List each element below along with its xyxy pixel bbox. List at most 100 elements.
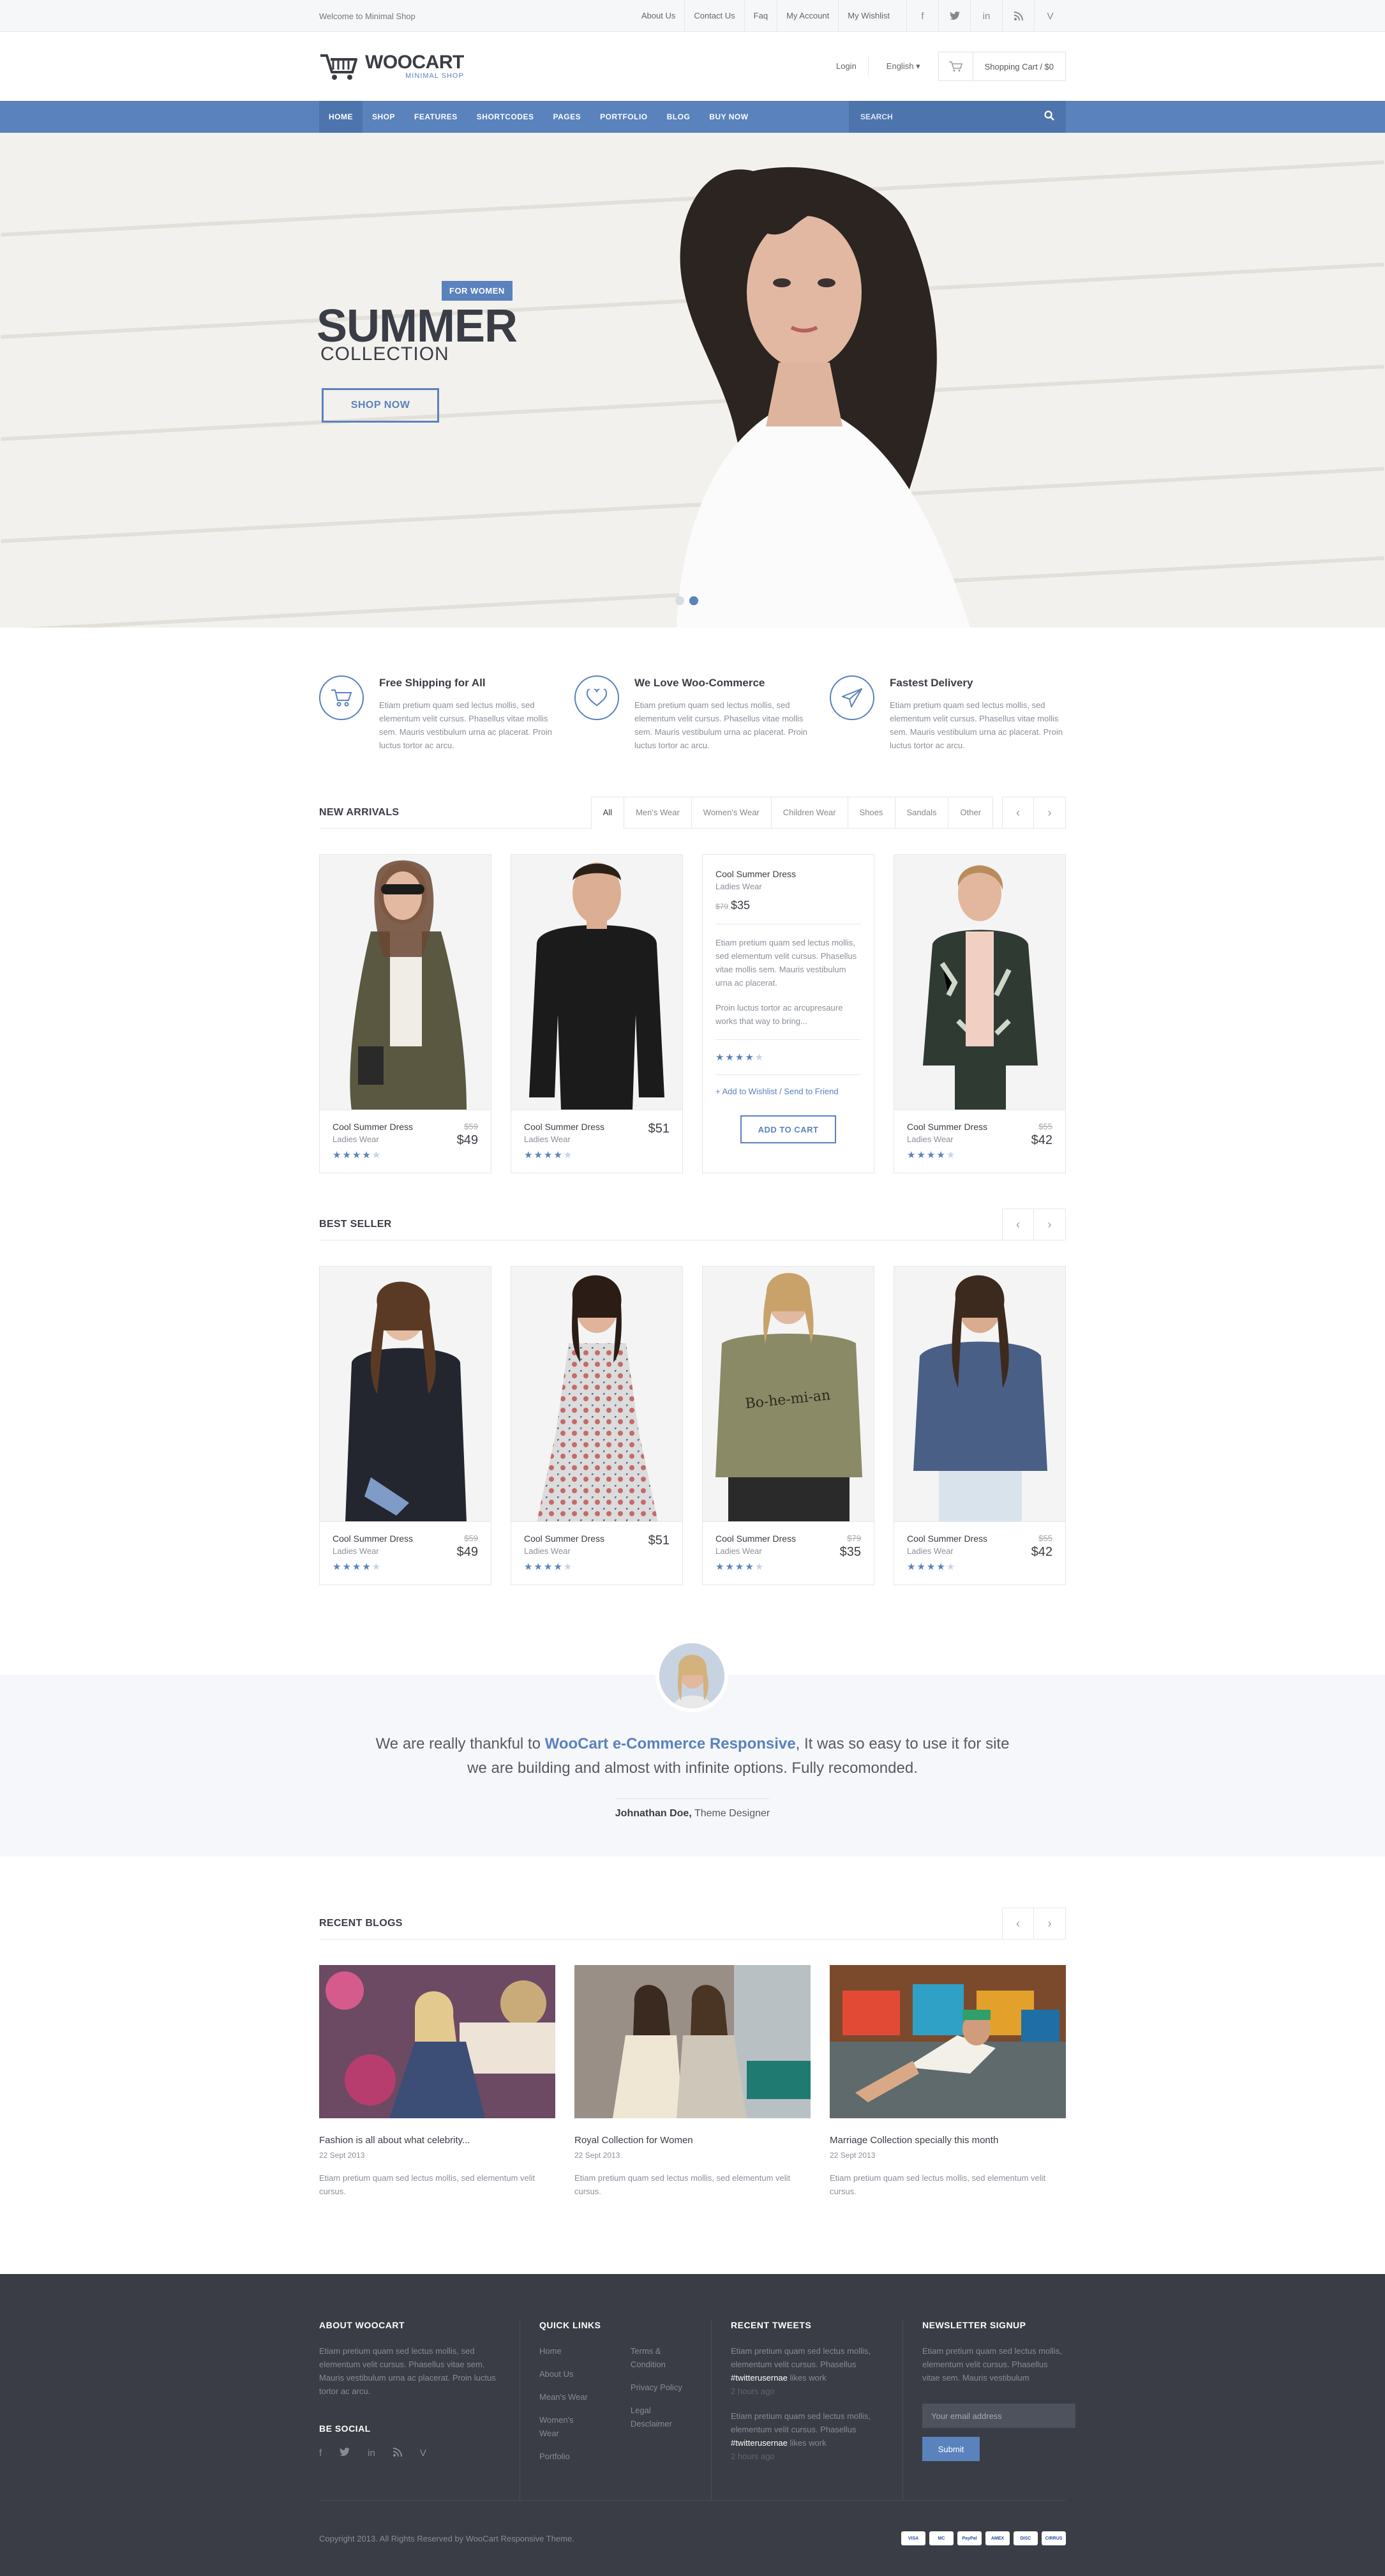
chevron-left-icon[interactable]: ‹ xyxy=(1002,1208,1034,1240)
product-card[interactable]: Cool Summer Dress Ladies Wear $55 $42 ★★… xyxy=(894,1266,1066,1585)
product-image[interactable] xyxy=(511,855,682,1110)
product-name[interactable]: Cool Summer Dress xyxy=(333,1122,478,1132)
newsletter-submit-button[interactable]: Submit xyxy=(922,2437,980,2461)
footer-link-womens[interactable]: Women's Wear xyxy=(539,2413,592,2440)
wishlist-send-links[interactable]: + Add to Wishlist / Send to Friend xyxy=(715,1087,861,1096)
product-card[interactable]: Cool Summer Dress Ladies Wear $59 $49 ★★… xyxy=(319,854,491,1173)
nav-home[interactable]: HOME xyxy=(319,101,363,133)
top-link-faq[interactable]: Faq xyxy=(744,0,777,32)
shopping-cart-button[interactable]: Shopping Cart / $0 xyxy=(938,52,1066,81)
top-link-wishlist[interactable]: My Wishlist xyxy=(838,0,899,32)
chevron-right-icon[interactable]: › xyxy=(1034,1208,1066,1240)
linkedin-icon[interactable]: in xyxy=(368,2448,375,2459)
shop-now-button[interactable]: SHOP NOW xyxy=(322,388,439,423)
footer-link-portfolio[interactable]: Portfolio xyxy=(539,2450,592,2463)
product-image[interactable] xyxy=(320,855,491,1110)
nav-portfolio[interactable]: PORTFOLIO xyxy=(590,101,657,133)
add-to-cart-button[interactable]: ADD TO CART xyxy=(740,1115,836,1143)
product-category: Ladies Wear xyxy=(715,882,762,891)
chevron-right-icon[interactable]: › xyxy=(1034,1907,1066,1940)
product-image[interactable] xyxy=(320,1267,491,1522)
nav-shop[interactable]: SHOP xyxy=(363,101,405,133)
chevron-left-icon[interactable]: ‹ xyxy=(1002,796,1034,829)
language-select[interactable]: English ▾ xyxy=(878,57,929,76)
product-price: $49 xyxy=(456,1545,478,1559)
product-image[interactable] xyxy=(894,855,1065,1110)
copyright-text: Copyright 2013. All Rights Reserved by W… xyxy=(319,2533,574,2543)
footer-link-terms[interactable]: Terms & Condition xyxy=(631,2344,694,2371)
twitter-icon[interactable] xyxy=(938,0,970,32)
product-card[interactable]: Cool Summer Dress Ladies Wear $59 $49 ★★… xyxy=(319,1266,491,1585)
product-name[interactable]: Cool Summer Dress xyxy=(907,1533,1052,1544)
product-image[interactable] xyxy=(511,1267,682,1522)
newsletter-email-input[interactable] xyxy=(922,2404,1075,2428)
product-card-detail[interactable]: Cool Summer Dress Ladies Wear $79 $35 Eti… xyxy=(702,854,874,1173)
quick-links-list: Terms & Condition Privacy Policy Legal D… xyxy=(631,2344,694,2473)
vimeo-icon[interactable]: V xyxy=(1034,0,1066,32)
product-name[interactable]: Cool Summer Dress xyxy=(907,1122,1052,1132)
footer-link-privacy[interactable]: Privacy Policy xyxy=(631,2381,694,2394)
product-name[interactable]: Cool Summer Dress xyxy=(715,1533,861,1544)
slider-dot[interactable] xyxy=(675,596,684,605)
vimeo-icon[interactable]: V xyxy=(420,2448,426,2459)
blog-title[interactable]: Fashion is all about what celebrity... xyxy=(319,2135,555,2146)
linkedin-icon[interactable]: in xyxy=(970,0,1002,32)
filter-womens[interactable]: Women's Wear xyxy=(691,796,772,829)
rss-icon[interactable] xyxy=(393,2448,402,2459)
product-card[interactable]: Cool Summer Dress Ladies Wear $51 ★★★★★ xyxy=(511,1266,683,1585)
carousel-arrows: ‹ › xyxy=(1002,1208,1066,1240)
search-icon[interactable] xyxy=(1044,110,1054,124)
product-card[interactable]: Cool Summer Dress Ladies Wear $55 $42 ★★… xyxy=(894,854,1066,1173)
blog-image[interactable] xyxy=(830,1965,1066,2118)
blog-card[interactable]: Fashion is all about what celebrity... 2… xyxy=(319,1965,555,2198)
login-link[interactable]: Login xyxy=(825,57,869,76)
chevron-left-icon[interactable]: ‹ xyxy=(1002,1907,1034,1940)
top-link-contact[interactable]: Contact Us xyxy=(684,0,744,32)
search-input[interactable] xyxy=(860,112,1020,121)
rss-icon[interactable] xyxy=(1002,0,1034,32)
product-name[interactable]: Cool Summer Dress xyxy=(715,869,861,879)
product-price: $49 xyxy=(456,1133,478,1147)
paper-plane-icon xyxy=(830,675,874,720)
nav-buy-now[interactable]: BUY NOW xyxy=(700,101,758,133)
footer-heading: BE SOCIAL xyxy=(319,2423,371,2434)
chevron-right-icon[interactable]: › xyxy=(1034,796,1066,829)
top-link-about[interactable]: About Us xyxy=(633,0,684,32)
blog-title[interactable]: Marriage Collection specially this month xyxy=(830,2135,1066,2146)
product-old-price: $55 xyxy=(1038,1533,1052,1543)
blog-card[interactable]: Royal Collection for Women 22 Sept 2013 … xyxy=(574,1965,811,2198)
filter-all[interactable]: All xyxy=(590,796,625,829)
heart-icon xyxy=(574,675,619,720)
slider-dot-active[interactable] xyxy=(689,596,698,605)
product-card[interactable]: Cool Summer Dress Ladies Wear $51 ★★★★★ xyxy=(511,854,683,1173)
nav-shortcodes[interactable]: SHORTCODES xyxy=(467,101,544,133)
logo[interactable]: WOOCART MINIMAL SHOP xyxy=(319,52,464,81)
tweet-handle[interactable]: #twitterusernae xyxy=(731,2438,788,2448)
filter-sandals[interactable]: Sandals xyxy=(895,796,949,829)
product-card[interactable]: Bo-he-mi-an Cool Summer Dress Ladies Wea… xyxy=(702,1266,874,1585)
filter-other[interactable]: Other xyxy=(948,796,993,829)
blog-title[interactable]: Royal Collection for Women xyxy=(574,2135,811,2146)
footer-link-mens[interactable]: Mean's Wear xyxy=(539,2390,592,2404)
top-link-account[interactable]: My Account xyxy=(777,0,838,32)
footer-link-home[interactable]: Home xyxy=(539,2344,592,2358)
tweet-handle[interactable]: #twitterusernae xyxy=(731,2373,788,2383)
nav-blog[interactable]: BLOG xyxy=(657,101,700,133)
product-image[interactable]: Bo-he-mi-an xyxy=(703,1267,874,1522)
footer-link-about[interactable]: About Us xyxy=(539,2367,592,2381)
product-name[interactable]: Cool Summer Dress xyxy=(333,1533,478,1544)
facebook-icon[interactable]: f xyxy=(319,2448,322,2459)
blog-image[interactable] xyxy=(574,1965,811,2118)
nav-features[interactable]: FEATURES xyxy=(405,101,467,133)
nav-pages[interactable]: PAGES xyxy=(543,101,590,133)
product-image[interactable] xyxy=(894,1267,1065,1522)
quote-highlight[interactable]: WooCart e-Commerce Responsive xyxy=(545,1735,796,1752)
blog-card[interactable]: Marriage Collection specially this month… xyxy=(830,1965,1066,2198)
filter-shoes[interactable]: Shoes xyxy=(848,796,895,829)
twitter-icon[interactable] xyxy=(340,2448,350,2459)
facebook-icon[interactable]: f xyxy=(906,0,938,32)
filter-mens[interactable]: Men's Wear xyxy=(624,796,692,829)
filter-children[interactable]: Children Wear xyxy=(771,796,848,829)
footer-link-legal[interactable]: Legal Desclaimer xyxy=(631,2404,694,2430)
blog-image[interactable] xyxy=(319,1965,555,2118)
